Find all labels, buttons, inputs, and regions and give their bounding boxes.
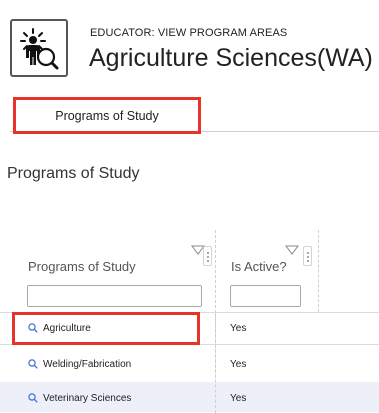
search-icon [28, 393, 38, 403]
filter-icon[interactable] [285, 245, 299, 255]
programs-filter-input[interactable] [27, 285, 202, 307]
column-resize-handle[interactable] [203, 246, 212, 266]
tab-label: Programs of Study [55, 108, 159, 123]
section-title: Programs of Study [7, 165, 140, 182]
program-name[interactable]: Welding/Fabrication [43, 359, 131, 370]
column-separator [318, 230, 319, 312]
app-logo [10, 19, 68, 77]
highlight-box [12, 312, 200, 345]
program-name[interactable]: Veterinary Sciences [43, 393, 131, 404]
column-resize-handle[interactable] [303, 246, 312, 266]
active-filter-input[interactable] [230, 285, 301, 307]
column-header-programs-of-study[interactable]: Programs of Study [28, 259, 136, 274]
page-title: Agriculture Sciences(WA) [89, 44, 373, 72]
active-value: Yes [230, 359, 247, 370]
tab-programs-of-study[interactable]: Programs of Study [13, 97, 201, 134]
active-value: Yes [230, 393, 247, 404]
column-separator [215, 313, 216, 413]
column-header-is-active[interactable]: Is Active? [231, 259, 287, 274]
page-kicker: EDUCATOR: VIEW PROGRAM AREAS [90, 27, 288, 39]
table-row[interactable]: Welding/Fabrication Yes [0, 349, 379, 379]
table-row[interactable]: Veterinary Sciences Yes [0, 382, 379, 412]
educator-search-icon [20, 28, 59, 70]
active-value: Yes [230, 323, 247, 334]
search-icon [28, 359, 38, 369]
